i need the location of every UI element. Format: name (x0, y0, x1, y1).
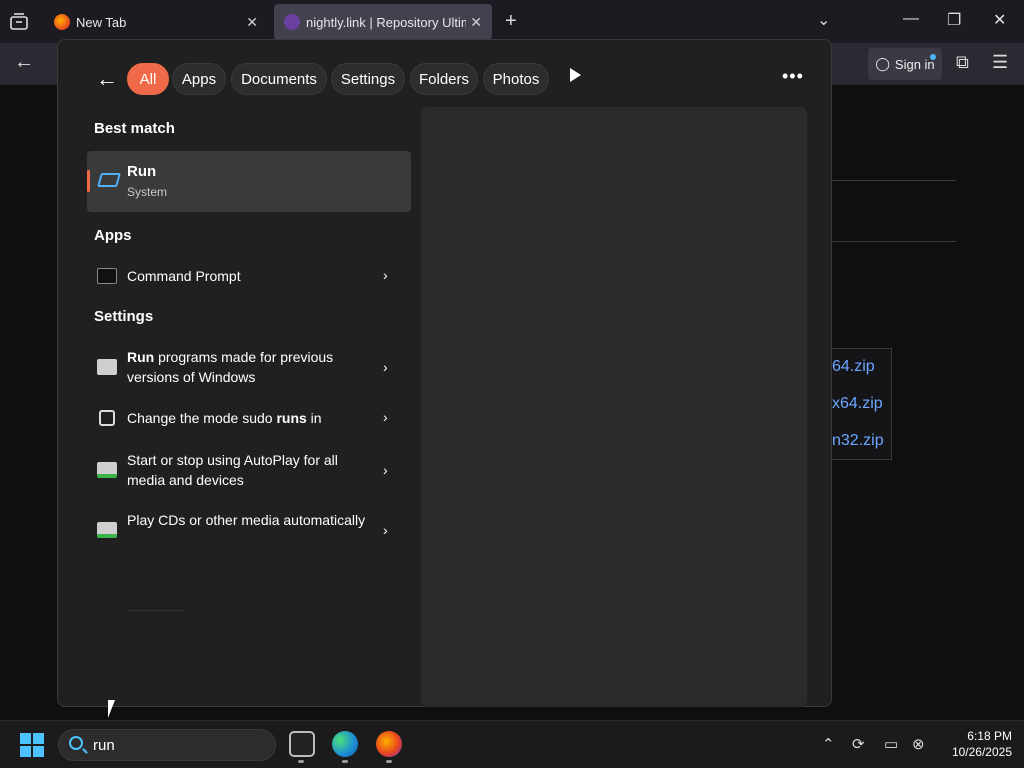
list-item-play-cds[interactable]: Play CDs or other media automatically › (87, 510, 411, 550)
list-item-sudo[interactable]: Change the mode sudo runs in › (87, 408, 411, 428)
divider (832, 180, 956, 181)
tab-nightly-link[interactable]: nightly.link | Repository UltimM ✕ (274, 4, 492, 40)
list-item-label: Play CDs or other media automatically (127, 512, 366, 528)
running-indicator (298, 760, 304, 763)
mouse-cursor (108, 700, 120, 718)
new-tab-icon[interactable]: + (505, 10, 517, 33)
notification-dot (930, 54, 936, 60)
label-highlight: runs (276, 410, 307, 426)
search-panel: ← All Apps Documents Settings Folders Ph… (57, 39, 832, 707)
clock-date: 10/26/2025 (951, 745, 1012, 759)
tab-new-tab[interactable]: New Tab ✕ (44, 4, 268, 40)
filter-all[interactable]: All (127, 63, 169, 95)
close-window-icon[interactable]: ✕ (993, 10, 1006, 30)
edge-icon[interactable] (332, 731, 358, 757)
compatibility-icon (97, 359, 117, 375)
search-input[interactable] (93, 735, 263, 755)
menu-icon[interactable]: ☰ (992, 52, 1008, 73)
chevron-right-icon[interactable]: › (383, 409, 388, 425)
settings-header: Settings (94, 308, 154, 325)
firefox-icon[interactable] (376, 731, 402, 757)
chevron-right-icon[interactable]: › (383, 522, 388, 538)
selection-accent (87, 170, 90, 192)
run-icon (97, 173, 121, 187)
network-icon[interactable]: ⊗ (912, 735, 925, 753)
back-arrow-icon[interactable]: ← (96, 66, 118, 92)
best-match-subtitle: System (127, 185, 168, 199)
filter-photos[interactable]: Photos (483, 63, 549, 95)
chevron-right-icon[interactable]: › (383, 359, 388, 375)
list-item-command-prompt[interactable]: Command Prompt › (87, 266, 411, 286)
tab-title: nightly.link | Repository UltimM (306, 14, 467, 30)
restore-icon[interactable]: ❐ (947, 10, 961, 30)
list-item-label: Run programs made for previous versions … (127, 347, 367, 387)
minimize-icon[interactable]: — (903, 10, 919, 28)
list-item-run-programs[interactable]: Run programs made for previous versions … (87, 347, 411, 387)
sync-icon[interactable]: ⟳ (852, 735, 865, 753)
zip-link[interactable]: 64.zip (832, 358, 875, 376)
label-end: in (306, 410, 322, 426)
divider (130, 610, 186, 612)
autoplay-icon (97, 462, 117, 478)
autoplay-icon (97, 522, 117, 538)
filter-folders[interactable]: Folders (410, 63, 478, 95)
browser-tab-bar: New Tab ✕ nightly.link | Repository Ulti… (0, 0, 1024, 43)
sign-in-button[interactable]: ◯ Sign in (868, 48, 942, 80)
chevron-up-icon[interactable]: ⌃ (822, 735, 835, 753)
preview-pane (421, 107, 807, 707)
divider (832, 241, 956, 242)
clock-time: 6:18 PM (967, 729, 1012, 743)
terminal-app-icon[interactable] (289, 731, 315, 757)
label-rest: programs made for previous versions of W… (127, 349, 334, 385)
command-prompt-icon (97, 268, 117, 284)
label-highlight: Run (127, 349, 155, 365)
firefox-icon (54, 14, 70, 30)
tab-title: New Tab (76, 14, 127, 30)
display-icon[interactable]: ▭ (884, 735, 898, 753)
chevron-right-icon[interactable]: › (383, 462, 388, 478)
chevron-right-icon[interactable]: › (383, 267, 388, 283)
nightly-link-icon (284, 14, 300, 30)
zip-link[interactable]: n32.zip (832, 432, 884, 450)
best-match-run[interactable]: Run System (87, 151, 411, 212)
list-all-tabs-icon[interactable]: ⌄ (817, 10, 830, 30)
running-indicator (386, 760, 392, 763)
filter-apps[interactable]: Apps (172, 63, 226, 95)
close-tab-icon[interactable]: ✕ (470, 14, 482, 31)
filter-settings[interactable]: Settings (331, 63, 405, 95)
list-item-label: Start or stop using AutoPlay for all med… (127, 452, 338, 488)
running-indicator (342, 760, 348, 763)
list-item-label: Change the mode sudo runs in (127, 408, 367, 428)
best-match-header: Best match (94, 120, 175, 137)
list-item-label: Command Prompt (127, 268, 241, 284)
back-icon[interactable]: ← (14, 51, 34, 74)
search-icon (69, 736, 83, 750)
account-icon: ◯ (875, 56, 890, 71)
close-tab-icon[interactable]: ✕ (246, 14, 258, 31)
apps-header: Apps (94, 227, 132, 244)
best-match-name: Run (127, 163, 157, 180)
windows-start-icon[interactable] (20, 733, 44, 757)
more-filters-play-icon[interactable] (570, 68, 581, 82)
list-item-autoplay[interactable]: Start or stop using AutoPlay for all med… (87, 450, 411, 490)
more-options-icon[interactable]: ••• (782, 66, 804, 87)
label-start: Change the mode sudo (127, 410, 277, 426)
taskbar-search-box[interactable] (58, 729, 276, 761)
sign-in-label: Sign in (894, 56, 935, 72)
extensions-icon[interactable]: ⧉ (956, 52, 969, 73)
sudo-icon (99, 410, 115, 426)
system-clock[interactable]: 6:18 PM 10/26/2025 (936, 728, 1012, 760)
filter-documents[interactable]: Documents (231, 63, 327, 95)
zip-link[interactable]: x64.zip (832, 395, 883, 413)
tab-list-icon[interactable] (8, 12, 30, 32)
